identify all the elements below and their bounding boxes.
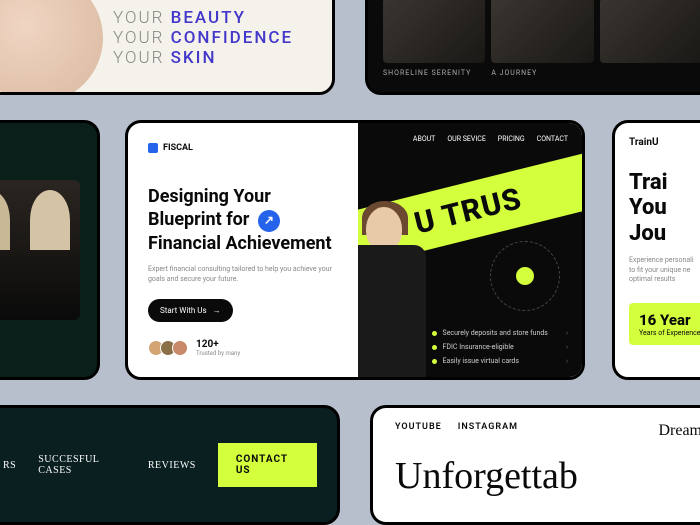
- feature-list: Securely deposits and store funds FDIC I…: [432, 329, 568, 365]
- nav-contact[interactable]: CONTACT: [537, 135, 568, 143]
- nav-item[interactable]: SUCCESFUL CASES: [38, 454, 126, 476]
- feature-item[interactable]: FDIC Insurance-eligible: [432, 343, 568, 351]
- nav-pricing[interactable]: PRICING: [498, 135, 525, 143]
- feature-item[interactable]: Securely deposits and store funds: [432, 329, 568, 337]
- nav-service[interactable]: OUR SEVICE: [447, 135, 485, 143]
- fiscal-subtext: Expert financial consulting tailored to …: [148, 265, 338, 285]
- tagline-2: YOUR CONFIDENCE: [113, 28, 312, 48]
- social-links: YOUTUBE INSTAGRAM: [395, 422, 700, 432]
- nav-item[interactable]: REVIEWS: [148, 460, 196, 471]
- trainu-headline: Trai You Jou: [629, 170, 700, 246]
- big-headline: Unforgettab: [395, 454, 700, 498]
- circular-badge: [490, 241, 560, 311]
- card-beauty[interactable]: YOUR BEAUTY YOUR CONFIDENCE YOUR SKIN: [0, 0, 335, 95]
- instagram-link[interactable]: INSTAGRAM: [458, 422, 518, 432]
- stats-row: 120+ Trusted by many: [148, 339, 338, 357]
- fiscal-nav: ABOUT OUR SEVICE PRICING CONTACT: [413, 135, 568, 143]
- avatar-stack: [148, 340, 188, 356]
- thumbnail-row: [383, 0, 700, 63]
- arrow-icon: ↗: [258, 210, 280, 232]
- face-image: [0, 0, 103, 95]
- tagline-3: YOUR SKIN: [113, 48, 312, 68]
- tagline-1: YOUR BEAUTY: [113, 8, 312, 28]
- card-fiscal[interactable]: FISCAL Designing Your Blueprint for ↗ Fi…: [125, 120, 585, 380]
- feature-item[interactable]: Easily issue virtual cards: [432, 357, 568, 365]
- people-image: [0, 180, 80, 320]
- nav-item[interactable]: RS: [3, 460, 16, 471]
- card-people[interactable]: [0, 120, 100, 380]
- badge-text: Years of Experience: [639, 329, 700, 337]
- youtube-link[interactable]: YOUTUBE: [395, 422, 442, 432]
- script-text: Dream: [658, 422, 700, 440]
- nav-about[interactable]: ABOUT: [413, 135, 435, 143]
- count-label: Trusted by many: [196, 350, 240, 357]
- trainu-subtext: Experience personali to fit your unique …: [629, 256, 700, 285]
- thumb-label: [600, 69, 700, 77]
- thumbnail[interactable]: [383, 0, 485, 63]
- card-darknav[interactable]: RS SUCCESFUL CASES REVIEWS CONTACT US: [0, 405, 340, 525]
- fiscal-headline: Designing Your Blueprint for ↗ Financial…: [148, 185, 338, 255]
- fiscal-logo[interactable]: FISCAL: [148, 143, 338, 153]
- trainu-logo[interactable]: TrainU: [629, 137, 700, 148]
- avatar: [172, 340, 188, 356]
- card-trainu[interactable]: TrainU Trai You Jou Experience personali…: [612, 120, 700, 380]
- card-gallery[interactable]: SHORELINE SERENITY A JOURNEY: [365, 0, 700, 95]
- start-button[interactable]: Start With Us→: [148, 299, 233, 322]
- thumbnail[interactable]: [600, 0, 700, 63]
- fiscal-right-panel: ABOUT OUR SEVICE PRICING CONTACT U TRUS …: [358, 123, 582, 377]
- contact-button[interactable]: CONTACT US: [218, 443, 317, 487]
- thumb-label: SHORELINE SERENITY: [383, 69, 485, 77]
- badge-number: 16 Year: [639, 311, 700, 329]
- experience-badge: 16 Year Years of Experience: [629, 303, 700, 345]
- thumbnail-labels: SHORELINE SERENITY A JOURNEY: [383, 69, 700, 77]
- arrow-right-icon: →: [213, 306, 221, 315]
- count-number: 120+: [196, 339, 240, 350]
- card-unforgettable[interactable]: YOUTUBE INSTAGRAM Dream Unforgettab: [370, 405, 700, 525]
- thumbnail[interactable]: [491, 0, 593, 63]
- fiscal-left-panel: FISCAL Designing Your Blueprint for ↗ Fi…: [128, 123, 358, 377]
- thumb-label: A JOURNEY: [491, 69, 593, 77]
